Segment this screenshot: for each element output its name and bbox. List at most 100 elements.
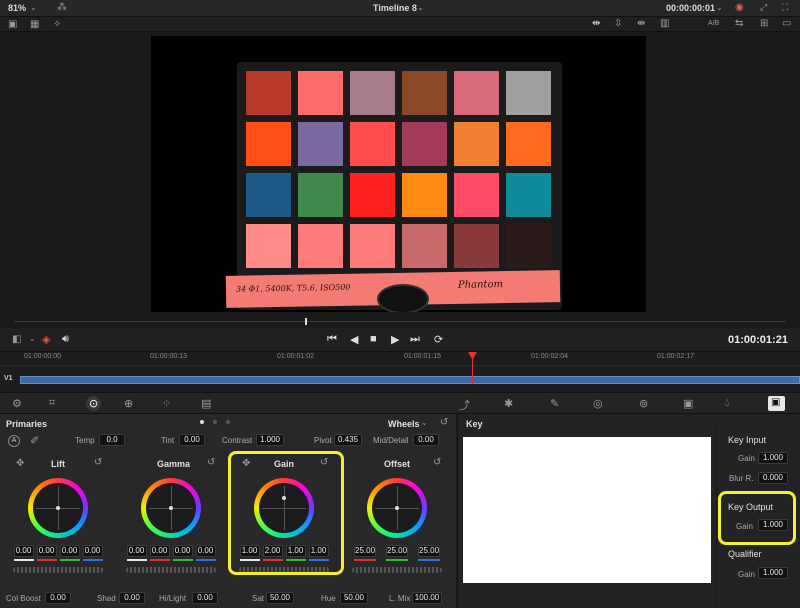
chevron-down-icon[interactable]: ⌄ xyxy=(716,3,723,12)
qualifier-gain-field[interactable]: 1.000 xyxy=(758,567,788,579)
timeline-clip[interactable] xyxy=(20,376,800,384)
primaries-wheels-icon[interactable]: ⊙ xyxy=(89,397,98,410)
master-wheel-slider[interactable] xyxy=(352,567,442,573)
master-wheel-slider[interactable] xyxy=(13,567,103,573)
play-reverse-icon[interactable]: ◀ xyxy=(350,333,358,346)
skip-back-icon[interactable]: ⏮︎ xyxy=(327,333,337,346)
stars-icon[interactable]: ✧ xyxy=(53,19,61,30)
wheel-value-field[interactable]: 0.00 xyxy=(13,545,34,557)
reset-icon[interactable]: ↺ xyxy=(433,457,441,468)
key-icon[interactable]: ▣ xyxy=(771,397,780,408)
expand-icon[interactable]: ⤢ xyxy=(760,2,767,13)
track-label: V1 xyxy=(4,375,13,382)
l-mix-field[interactable]: 100.00 xyxy=(412,592,442,604)
loop-icon[interactable]: ⟳ xyxy=(434,333,443,346)
tracker-icon[interactable]: ⊚ xyxy=(639,397,648,410)
timeline-title[interactable]: Timeline 8 xyxy=(373,3,417,13)
shad-field[interactable]: 0.00 xyxy=(119,592,145,604)
wheel-value-field[interactable]: 0.00 xyxy=(195,545,216,557)
play-icon[interactable]: ▶ xyxy=(391,333,399,346)
ab-compare-button[interactable]: A/B xyxy=(708,20,719,27)
qualifier-icon[interactable]: ✎ xyxy=(550,397,559,410)
wheel-value-field[interactable]: 0.00 xyxy=(59,545,80,557)
reset-icon[interactable]: ↺ xyxy=(440,417,448,428)
sat-label: Sat xyxy=(252,594,265,603)
layers-icon[interactable]: ◈ xyxy=(42,333,50,346)
rgb-mixer-icon[interactable]: ⁘ xyxy=(162,397,171,410)
split-vertical-icon[interactable]: ⇳ xyxy=(614,18,622,29)
white-balance-picker-icon[interactable]: ✐ xyxy=(30,434,39,447)
reset-icon[interactable]: ↺ xyxy=(94,457,102,468)
wheel-value-field[interactable]: 0.00 xyxy=(172,545,193,557)
scrub-handle[interactable] xyxy=(305,318,307,325)
split-wipe-icon[interactable]: ▥ xyxy=(660,18,669,29)
wheel-value-field[interactable]: 25.00 xyxy=(354,545,376,557)
channel-indicator xyxy=(195,559,216,561)
hi-light-field[interactable]: 0.00 xyxy=(192,592,218,604)
wheel-puck[interactable] xyxy=(395,506,399,510)
pivot-field[interactable]: 0.435 xyxy=(334,434,362,446)
split-horizontal-icon[interactable]: ⇹ xyxy=(592,18,600,29)
stop-icon[interactable]: ■ xyxy=(370,333,377,345)
magic-mask-icon[interactable]: ▣ xyxy=(683,397,693,410)
curves-icon[interactable]: ⤴ xyxy=(459,397,470,413)
layout-grid-icon[interactable]: ▦ xyxy=(30,19,39,30)
motion-effects-icon[interactable]: ▤ xyxy=(201,397,211,410)
camera-raw-icon[interactable]: ⚙ xyxy=(12,397,22,410)
auto-balance-icon[interactable]: A xyxy=(8,435,20,447)
wheel-puck[interactable] xyxy=(56,506,60,510)
page-dot[interactable] xyxy=(226,420,230,424)
speaker-icon[interactable]: 🔊︎ xyxy=(62,333,69,346)
viewer-mode-icon[interactable]: ◧ xyxy=(12,334,21,345)
chevron-down-icon[interactable]: ⌄ xyxy=(421,418,428,427)
wheel-value-field[interactable]: 0.00 xyxy=(126,545,147,557)
wheel-puck[interactable] xyxy=(169,506,173,510)
page-dot-active[interactable] xyxy=(200,420,204,424)
picker-icon[interactable]: ✥ xyxy=(16,458,24,469)
grid-overlay-icon[interactable]: ⊞ xyxy=(760,18,768,29)
input-gain-field[interactable]: 1.000 xyxy=(758,452,788,464)
blur-field[interactable]: 0.000 xyxy=(758,472,788,484)
wheel-value-field[interactable]: 25.00 xyxy=(386,545,408,557)
shad-label: Shad xyxy=(97,594,116,603)
temp-field[interactable]: 0.0 xyxy=(99,434,125,446)
window-power-icon[interactable]: ◎ xyxy=(593,397,603,410)
hdr-icon[interactable]: ⊕ xyxy=(124,397,133,410)
master-wheel-slider[interactable] xyxy=(126,567,216,573)
zoom-level[interactable]: 81% xyxy=(8,3,26,13)
blur-icon[interactable]: 💧︎ xyxy=(725,397,729,410)
wand-icon[interactable]: ⁂ xyxy=(57,2,67,13)
skip-forward-icon[interactable]: ⏭︎ xyxy=(410,333,420,346)
contrast-field[interactable]: 1.000 xyxy=(256,434,284,446)
hue-field[interactable]: 50.00 xyxy=(340,592,368,604)
video-frame[interactable]: 34 Φ1, 5400K, T5.6, ISO500 Phantom xyxy=(151,36,646,312)
chart-swatch xyxy=(246,173,291,217)
mid-detail-field[interactable]: 0.00 xyxy=(413,434,439,446)
chevron-down-icon[interactable]: ⌄ xyxy=(30,3,37,12)
chart-swatch xyxy=(454,173,499,217)
chevron-down-icon[interactable]: ⌄ xyxy=(29,334,36,343)
page-dot[interactable] xyxy=(213,420,217,424)
record-timecode: 01:00:01:21 xyxy=(728,334,788,346)
wheel-value-field[interactable]: 0.00 xyxy=(36,545,57,557)
sat-field[interactable]: 50.00 xyxy=(266,592,294,604)
color-wheel-icon[interactable]: ◉ xyxy=(735,2,744,13)
wheel-value-field[interactable]: 0.00 xyxy=(149,545,170,557)
swap-icon[interactable]: ⇆ xyxy=(735,18,743,29)
fullscreen-icon[interactable]: ⛶ xyxy=(782,2,788,13)
scrub-bar[interactable] xyxy=(0,314,800,328)
mode-select[interactable]: Wheels xyxy=(388,419,420,429)
color-warper-icon[interactable]: ✱ xyxy=(504,397,513,410)
layout-single-icon[interactable]: ▣ xyxy=(8,19,17,30)
hi-light-label: Hi/Light xyxy=(159,594,187,603)
reset-icon[interactable]: ↺ xyxy=(207,457,215,468)
tint-field[interactable]: 0.00 xyxy=(179,434,205,446)
col-boost-label: Col Boost xyxy=(6,594,41,603)
window-icon[interactable]: ▭ xyxy=(782,18,791,29)
wheel-value-field[interactable]: 0.00 xyxy=(82,545,103,557)
split-diagonal-icon[interactable]: ⇼ xyxy=(637,18,645,29)
wheel-value-field[interactable]: 25.00 xyxy=(418,545,440,557)
color-match-icon[interactable]: ⌗ xyxy=(49,397,55,410)
chevron-down-icon[interactable]: ⌄ xyxy=(417,3,424,12)
col-boost-field[interactable]: 0.00 xyxy=(45,592,71,604)
